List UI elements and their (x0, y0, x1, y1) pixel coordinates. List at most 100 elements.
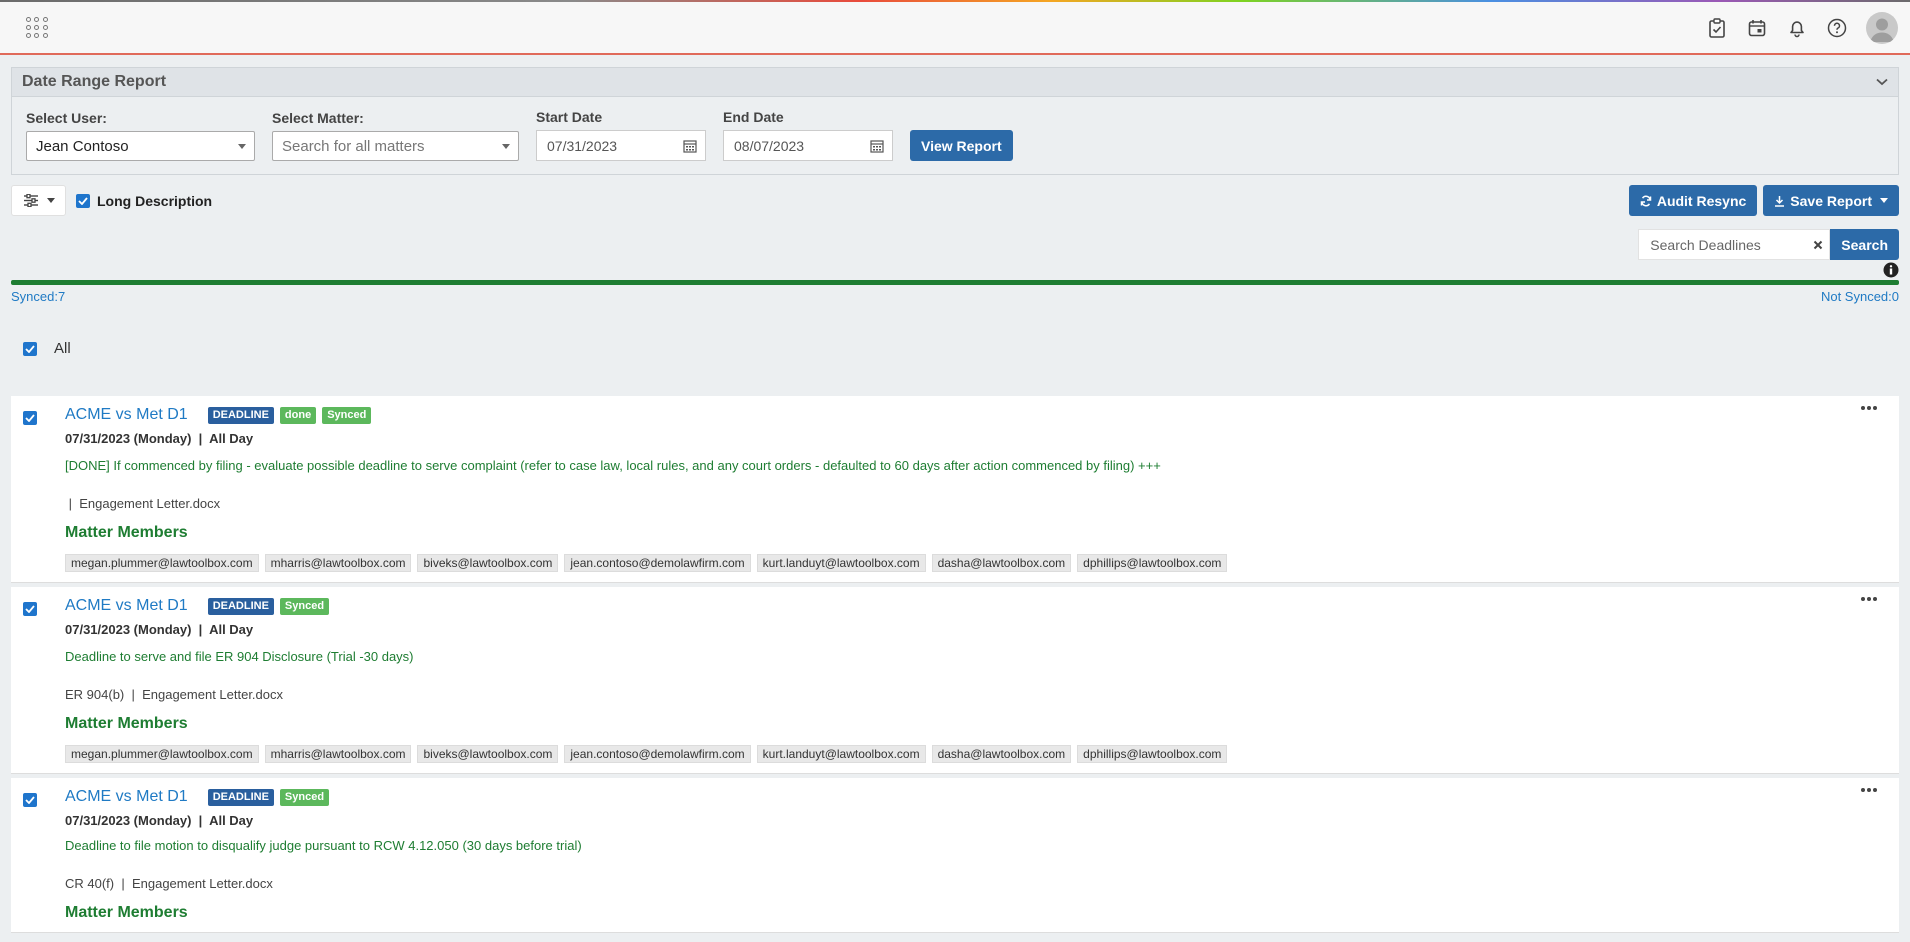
deadline-checkbox[interactable] (23, 411, 37, 425)
member-email: kurt.landuyt@lawtoolbox.com (756, 745, 926, 763)
chevron-down-icon[interactable] (1876, 78, 1888, 86)
matter-link[interactable]: ACME vs Met D1 (65, 597, 188, 615)
end-date-input[interactable]: 08/07/2023 (723, 130, 893, 161)
matter-link[interactable]: ACME vs Met D1 (65, 788, 188, 806)
document-name[interactable]: Engagement Letter.docx (79, 496, 220, 511)
search-row: Search Deadlines Search (0, 229, 1910, 260)
long-description-label[interactable]: Long Description (97, 193, 212, 209)
sync-progress-bar (11, 280, 1899, 285)
refresh-icon (1640, 195, 1652, 206)
caret-down-icon (46, 198, 55, 203)
select-all-label: All (54, 340, 71, 357)
start-date-input[interactable]: 07/31/2023 (536, 130, 706, 161)
more-options-icon[interactable] (1861, 597, 1877, 601)
end-date-value: 08/07/2023 (734, 137, 805, 154)
deadline-date-line: 07/31/2023 (Monday) | All Day (65, 431, 254, 446)
help-icon[interactable] (1826, 17, 1848, 39)
audit-resync-label: Audit Resync (1656, 192, 1747, 209)
filter-settings-button[interactable] (11, 185, 66, 216)
more-options-icon[interactable] (1861, 406, 1877, 410)
search-button[interactable]: Search (1830, 229, 1899, 260)
member-email: dphillips@lawtoolbox.com (1077, 554, 1228, 572)
start-date-label: Start Date (536, 109, 603, 125)
member-email: biveks@lawtoolbox.com (417, 745, 559, 763)
deadline-references: ER 904(b) | Engagement Letter.docx (65, 687, 284, 702)
synced-badge: Synced (322, 406, 372, 424)
download-icon (1775, 195, 1785, 207)
synced-count: Synced:7 (11, 289, 66, 304)
member-email: megan.plummer@lawtoolbox.com (65, 554, 259, 572)
calendar-icon[interactable] (870, 139, 884, 153)
deadline-date-line: 07/31/2023 (Monday) | All Day (65, 622, 254, 637)
deadline-checkbox[interactable] (23, 793, 37, 807)
member-email: dasha@lawtoolbox.com (931, 745, 1072, 763)
rule-reference: ER 904(b) (65, 687, 125, 702)
select-matter-label: Select Matter: (272, 110, 364, 126)
calendar-icon[interactable] (683, 139, 697, 153)
select-user-value: Jean Contoso (36, 137, 129, 155)
member-email: jean.contoso@demolawfirm.com (564, 745, 751, 763)
deadline-time: All Day (209, 431, 254, 446)
synced-badge: Synced (279, 788, 330, 806)
more-options-icon[interactable] (1861, 788, 1877, 792)
search-input[interactable]: Search Deadlines (1638, 229, 1831, 260)
avatar[interactable] (1866, 11, 1898, 44)
member-list: megan.plummer@lawtoolbox.com mharris@law… (65, 554, 1887, 572)
save-report-label: Save Report (1790, 192, 1872, 209)
sync-status-row: Synced:7 Not Synced:0 (0, 289, 1910, 304)
select-all-checkbox[interactable] (23, 341, 37, 356)
deadline-description: [DONE] If commenced by filing - evaluate… (65, 458, 1161, 473)
clipboard-check-icon[interactable] (1706, 17, 1728, 39)
deadline-time: All Day (209, 622, 254, 637)
matter-link[interactable]: ACME vs Met D1 (65, 406, 188, 424)
member-email: biveks@lawtoolbox.com (417, 554, 559, 572)
sliders-icon (23, 194, 38, 207)
deadline-badge: DEADLINE (207, 788, 274, 806)
document-name[interactable]: Engagement Letter.docx (132, 876, 273, 891)
caret-down-icon (502, 143, 510, 149)
deadline-time: All Day (209, 813, 254, 828)
start-date-value: 07/31/2023 (547, 137, 618, 154)
top-navbar (0, 2, 1910, 55)
info-row (0, 262, 1910, 278)
view-report-button[interactable]: View Report (910, 130, 1013, 161)
save-report-button[interactable]: Save Report (1763, 185, 1899, 216)
panel-title: Date Range Report (22, 73, 167, 90)
matter-members-title: Matter Members (65, 524, 188, 541)
member-list: megan.plummer@lawtoolbox.com mharris@law… (65, 745, 1887, 763)
deadline-description: Deadline to serve and file ER 904 Disclo… (65, 649, 414, 664)
long-description-checkbox[interactable] (76, 193, 90, 208)
member-email: kurt.landuyt@lawtoolbox.com (756, 554, 926, 572)
select-all-row: All (0, 340, 1910, 357)
info-icon[interactable] (1883, 262, 1899, 278)
member-email: dasha@lawtoolbox.com (931, 554, 1072, 572)
deadline-list: ACME vs Met D1 DEADLINE done Synced 07/3… (0, 396, 1910, 933)
member-email: mharris@lawtoolbox.com (264, 554, 412, 572)
start-date-field: Start Date 07/31/2023 (536, 109, 706, 161)
bell-icon[interactable] (1786, 17, 1808, 39)
clear-icon[interactable] (1813, 240, 1823, 250)
end-date-label: End Date (723, 109, 784, 125)
calendar-icon[interactable] (1746, 17, 1768, 39)
deadline-badge: DEADLINE (207, 406, 274, 424)
select-matter-dropdown[interactable]: Search for all matters (272, 131, 519, 161)
deadline-card: ACME vs Met D1 DEADLINE Synced 07/31/202… (11, 778, 1899, 933)
panel-header[interactable]: Date Range Report (12, 68, 1898, 97)
rule-reference: CR 40(f) (65, 876, 115, 891)
apps-grid-icon[interactable] (26, 16, 48, 39)
date-range-report-panel: Date Range Report Select User: Jean Cont… (11, 67, 1899, 175)
audit-resync-button[interactable]: Audit Resync (1628, 185, 1758, 216)
synced-badge: Synced (279, 597, 330, 615)
matter-members-title: Matter Members (65, 715, 188, 732)
end-date-field: End Date 08/07/2023 (723, 109, 893, 161)
deadline-checkbox[interactable] (23, 602, 37, 616)
member-email: jean.contoso@demolawfirm.com (564, 554, 751, 572)
select-user-label: Select User: (26, 110, 107, 126)
document-name[interactable]: Engagement Letter.docx (142, 687, 283, 702)
deadline-card: ACME vs Met D1 DEADLINE done Synced 07/3… (11, 396, 1899, 583)
not-synced-count: Not Synced:0 (1820, 289, 1899, 304)
matter-members-title: Matter Members (65, 904, 188, 921)
select-user-dropdown[interactable]: Jean Contoso (26, 131, 255, 161)
done-badge: done (279, 406, 317, 424)
deadline-date: 07/31/2023 (Monday) (65, 813, 192, 828)
